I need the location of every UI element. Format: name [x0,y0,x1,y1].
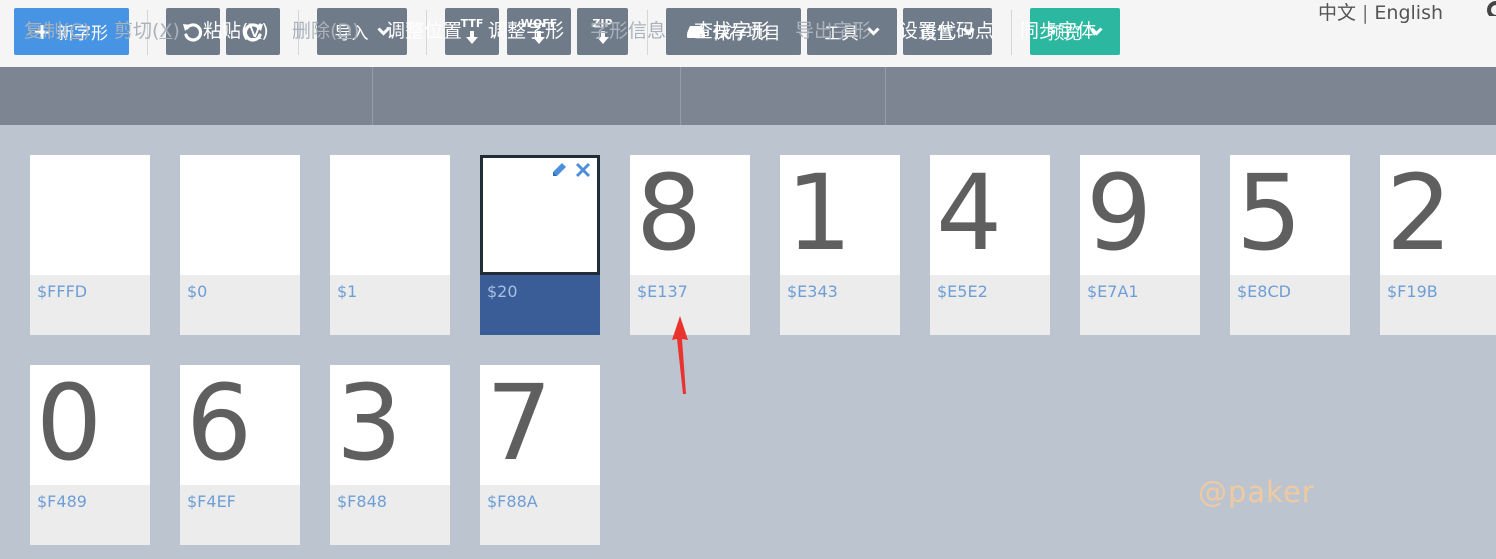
paste-action[interactable]: 粘贴(V) [203,16,269,43]
glyph-preview: 7 [480,365,600,485]
glyph-codepoint: $E7A1 [1087,282,1139,301]
glyph-card[interactable]: 9 $E7A1 [1080,155,1200,335]
red-arrow-annotation [672,316,688,394]
glyph-codepoint: $E137 [637,282,688,301]
glyph-action-bar [0,67,1496,125]
glyph-char: 9 [1086,155,1153,274]
glyph-preview: 1 [780,155,900,275]
glyph-char: 8 [636,155,703,274]
glyph-card[interactable]: $20 [480,155,600,335]
action-divider [372,67,373,125]
glyph-codepoint: $0 [187,282,208,301]
glyph-preview: 4 [930,155,1050,275]
action-divider [885,67,886,125]
glyph-preview: 3 [330,365,450,485]
glyph-preview: 6 [180,365,300,485]
glyph-card[interactable]: 7 $F88A [480,365,600,545]
glyph-preview: 5 [1230,155,1350,275]
glyph-card[interactable]: 6 $F4EF [180,365,300,545]
lang-separator: | [1362,2,1369,24]
action-divider [680,67,681,125]
glyph-preview [30,155,150,275]
glyph-preview [180,155,300,275]
glyph-card[interactable]: 2 $F19B [1380,155,1496,335]
export-glyph-action[interactable]: 导出字形 [795,16,871,43]
glyph-codepoint: $E8CD [1237,282,1291,301]
glyph-char: 7 [486,365,553,484]
glyph-char: 2 [1386,155,1453,274]
glyph-char: 1 [786,155,853,274]
glyph-card[interactable]: 5 $E8CD [1230,155,1350,335]
glyph-codepoint: $E5E2 [937,282,988,301]
glyph-codepoint: $20 [487,282,518,301]
toolbar-divider [1011,10,1012,55]
glyph-char: 5 [1236,155,1303,274]
lang-en-link[interactable]: English [1374,2,1443,24]
glyph-preview: 9 [1080,155,1200,275]
undo-icon [183,22,203,42]
adjust-glyph-action[interactable]: 调整字形 [488,16,564,43]
glyph-card[interactable]: 4 $E5E2 [930,155,1050,335]
glyph-codepoint: $F88A [487,492,538,511]
glyph-char: 4 [936,155,1003,274]
glyph-preview [480,155,600,275]
glyph-preview: 0 [30,365,150,485]
glyph-card[interactable]: $FFFD [30,155,150,335]
glyph-char: 6 [186,365,253,484]
glyph-card[interactable]: 0 $F489 [30,365,150,545]
glyph-codepoint: $1 [337,282,358,301]
glyph-card[interactable]: 1 $E343 [780,155,900,335]
delete-x-icon[interactable] [575,162,591,178]
glyph-codepoint: $E343 [787,282,838,301]
glyph-card[interactable]: 8 $E137 [630,155,750,335]
cut-action[interactable]: 剪切(X) [114,16,180,43]
glyph-codepoint: $F489 [37,492,87,511]
glyph-preview [330,155,450,275]
set-codepoint-action[interactable]: 设置代码点 [899,16,994,43]
glyph-card[interactable]: $0 [180,155,300,335]
find-glyph-action[interactable]: 查找字形 [694,16,770,43]
glyph-codepoint: $F19B [1387,282,1438,301]
copy-action[interactable]: 复制(C) [24,16,90,43]
adjust-position-action[interactable]: 调整位置 [386,16,462,43]
edit-pencil-icon[interactable] [551,162,567,178]
glyph-codepoint: $F4EF [187,492,236,511]
glyph-card[interactable]: 3 $F848 [330,365,450,545]
download-icon [466,31,478,44]
github-icon[interactable] [1484,0,1496,16]
glyph-char: 0 [36,365,103,484]
glyph-preview: 8 [630,155,750,275]
ttf-label: TTF [460,17,484,30]
watermark-text: @paker [1198,475,1315,509]
glyph-codepoint: $F848 [337,492,387,511]
delete-action[interactable]: 删除(D) [292,16,359,43]
glyph-card[interactable]: $1 [330,155,450,335]
glyph-char: 3 [336,365,403,484]
glyph-codepoint: $FFFD [37,282,88,301]
language-switcher: 中文 | English [1318,0,1443,25]
sync-font-action[interactable]: 同步字体 [1020,16,1096,43]
lang-zh-link[interactable]: 中文 [1318,2,1356,24]
glyph-preview: 2 [1380,155,1496,275]
glyph-info-action[interactable]: 字形信息 [590,16,666,43]
